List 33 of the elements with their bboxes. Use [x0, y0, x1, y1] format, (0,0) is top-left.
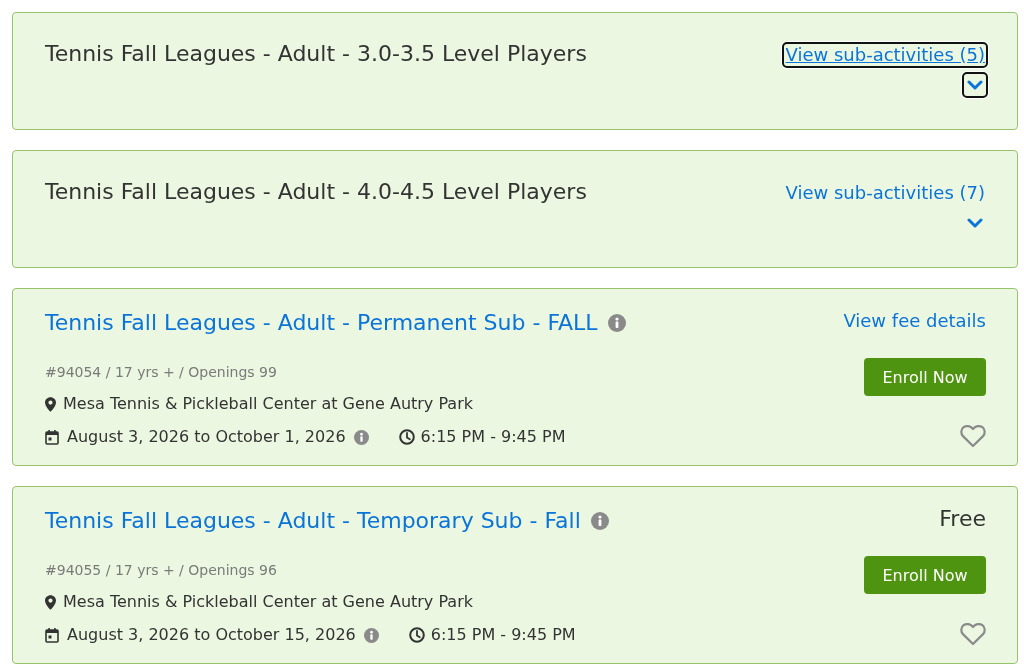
heart-icon[interactable] [960, 622, 986, 646]
location-text: Mesa Tennis & Pickleball Center at Gene Autry Park [63, 591, 473, 613]
time-range-text: 6:15 PM - 9:45 PM [420, 426, 566, 448]
clock-icon [398, 429, 415, 445]
expand-button[interactable] [964, 74, 986, 96]
price-text: Free [939, 507, 986, 531]
location-text: Mesa Tennis & Pickleball Center at Gene Autry Park [63, 393, 473, 415]
time-range-text: 6:15 PM - 9:45 PM [430, 624, 576, 646]
enroll-button[interactable]: Enroll Now [864, 556, 986, 594]
activity-title-link[interactable]: Tennis Fall Leagues - Adult - Permanent Sub - FALL [45, 309, 598, 337]
heart-icon[interactable] [960, 424, 986, 448]
date-range-text: August 3, 2026 to October 1, 2026 [67, 426, 346, 448]
info-icon[interactable] [353, 429, 369, 445]
sub-activities-link[interactable]: View sub-activities (5) [784, 44, 986, 66]
sub-activities-link[interactable]: View sub-activities (7) [784, 182, 986, 204]
map-pin-icon [45, 396, 56, 412]
activity-title-link[interactable]: Tennis Fall Leagues - Adult - Temporary Sub - Fall [45, 507, 581, 535]
date-range-text: August 3, 2026 to October 15, 2026 [67, 624, 356, 646]
activity-group-title: Tennis Fall Leagues - Adult - 4.0-4.5 Level Players [45, 178, 587, 206]
chevron-down-icon [967, 218, 983, 228]
activity-meta: #94054 / 17 yrs + / Openings 99 [45, 363, 277, 382]
fee-details-link[interactable]: View fee details [843, 309, 986, 333]
calendar-icon [45, 429, 59, 445]
info-icon[interactable] [607, 314, 626, 332]
enroll-button[interactable]: Enroll Now [864, 358, 986, 396]
activity-group-title: Tennis Fall Leagues - Adult - 3.0-3.5 Level Players [45, 40, 587, 68]
map-pin-icon [45, 594, 56, 610]
info-icon[interactable] [590, 512, 609, 530]
clock-icon [408, 627, 425, 643]
calendar-icon [45, 627, 59, 643]
chevron-down-icon [967, 80, 983, 90]
info-icon[interactable] [363, 627, 379, 643]
activity-meta: #94055 / 17 yrs + / Openings 96 [45, 561, 277, 580]
